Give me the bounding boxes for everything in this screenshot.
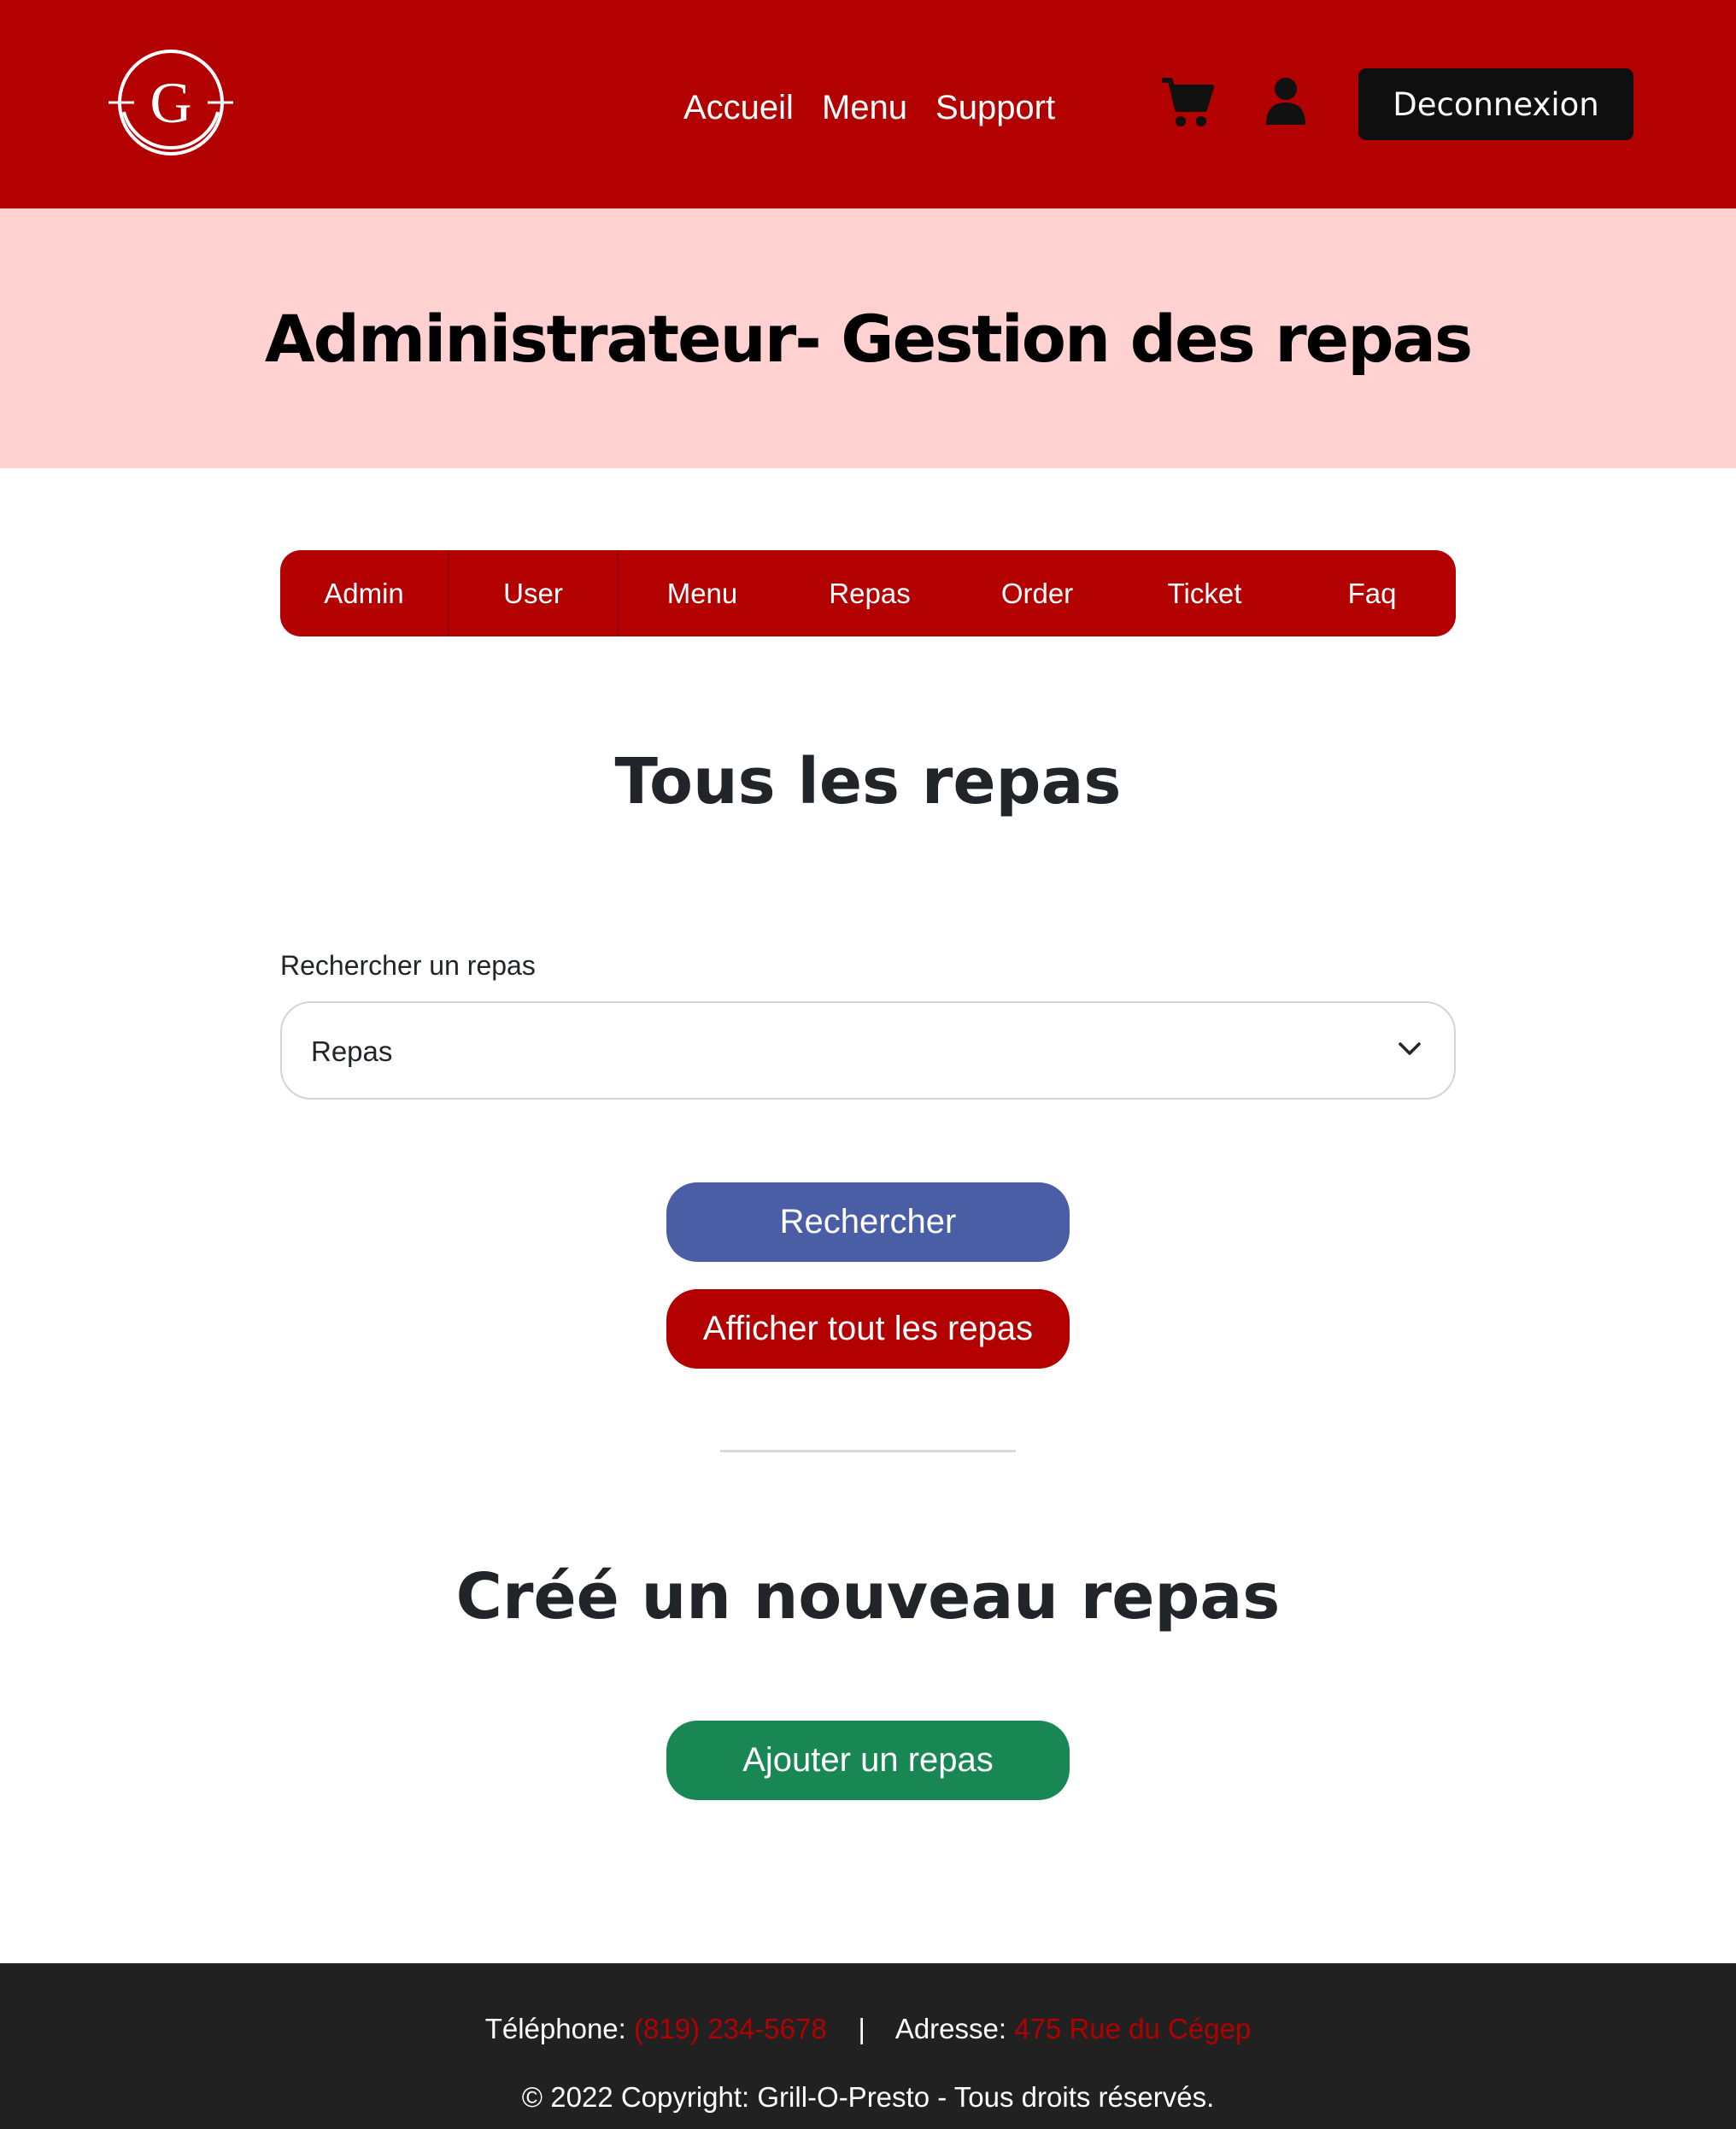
section-divider: [720, 1450, 1016, 1452]
footer-contact: Téléphone: (819) 234-5678 | Adresse: 475…: [0, 2013, 1736, 2045]
tab-ticket[interactable]: Ticket: [1121, 550, 1288, 636]
user-icon[interactable]: [1264, 77, 1307, 125]
show-all-button[interactable]: Afficher tout les repas: [666, 1289, 1070, 1369]
hero-banner: Administrateur- Gestion des repas: [0, 208, 1736, 468]
page-title: Administrateur- Gestion des repas: [264, 300, 1473, 377]
tab-user[interactable]: User: [449, 550, 619, 636]
tab-faq[interactable]: Faq: [1288, 550, 1456, 636]
footer-separator: |: [858, 2013, 865, 2044]
address-label: Adresse:: [894, 2013, 1015, 2044]
select-value: Repas: [311, 1035, 393, 1067]
create-section-title: Créé un nouveau repas: [455, 1560, 1281, 1633]
copyright: © 2022 Copyright: Grill-O-Presto - Tous …: [521, 2081, 1215, 2113]
repas-select[interactable]: Repas: [280, 1001, 1456, 1100]
add-repas-button[interactable]: Ajouter un repas: [666, 1721, 1070, 1800]
phone-link[interactable]: (819) 234-5678: [634, 2013, 827, 2044]
logo-letter: G: [150, 70, 191, 135]
tab-order[interactable]: Order: [953, 550, 1121, 636]
chevron-down-icon: [1399, 1042, 1421, 1055]
admin-tabs: Admin User Menu Repas Order Ticket Faq: [280, 550, 1456, 636]
search-label: Rechercher un repas: [280, 950, 536, 981]
tab-admin[interactable]: Admin: [280, 550, 449, 636]
logo-icon[interactable]: G: [108, 45, 233, 161]
tab-menu[interactable]: Menu: [619, 550, 786, 636]
search-button[interactable]: Rechercher: [666, 1182, 1070, 1262]
phone-label: Téléphone:: [484, 2013, 635, 2044]
navbar: G Accueil Menu Support Deconnexion: [0, 0, 1736, 208]
nav-link-support[interactable]: Support: [935, 89, 1055, 127]
nav-link-menu[interactable]: Menu: [822, 89, 907, 127]
main-nav: Accueil Menu Support: [683, 82, 1055, 133]
nav-link-accueil[interactable]: Accueil: [683, 89, 794, 127]
logout-button[interactable]: Deconnexion: [1358, 68, 1633, 140]
cart-icon[interactable]: [1160, 75, 1215, 128]
address-link[interactable]: 475 Rue du Cégep: [1014, 2013, 1251, 2044]
footer: Téléphone: (819) 234-5678 | Adresse: 475…: [0, 1963, 1736, 2129]
tab-repas[interactable]: Repas: [786, 550, 953, 636]
list-section-title: Tous les repas: [614, 745, 1122, 818]
